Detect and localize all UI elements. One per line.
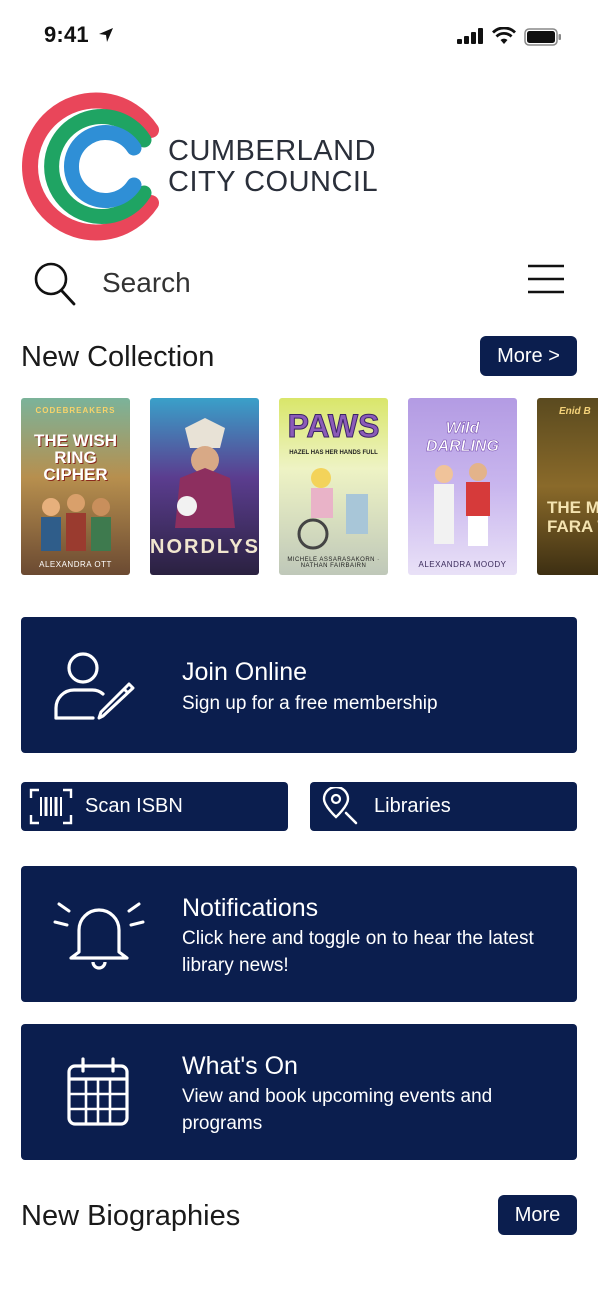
search-bar[interactable]: Search	[0, 255, 598, 311]
book-title: PAWS	[287, 408, 380, 445]
whats-on-card[interactable]: What's On View and book upcoming events …	[21, 1024, 577, 1160]
new-biographies-more-button[interactable]: More	[498, 1195, 577, 1235]
notifications-subtitle: Click here and toggle on to hear the lat…	[182, 928, 534, 976]
book-author: MICHELE ASSARASAKORN · NATHAN FAIRBAIRN	[287, 557, 380, 569]
whats-on-subtitle: View and book upcoming events and progra…	[182, 1086, 493, 1134]
book-cover[interactable]: NORDLYS	[150, 398, 259, 575]
status-time: 9:41	[44, 22, 89, 47]
bell-icon	[53, 902, 145, 970]
barcode-scan-icon	[29, 788, 73, 825]
cellular-signal-icon	[457, 28, 483, 44]
book-title: NORDLYS	[150, 536, 259, 558]
search-label[interactable]: Search	[102, 267, 191, 299]
cover-art	[41, 494, 111, 551]
libraries-label: Libraries	[374, 795, 451, 817]
wordmark-line-2: CITY COUNCIL	[168, 166, 379, 198]
battery-icon	[524, 28, 561, 46]
book-carousel[interactable]: CODEBREAKERS THE WISH RING CIPHER ALEXAN…	[21, 398, 598, 576]
search-icon[interactable]	[33, 261, 77, 307]
book-cover[interactable]: PAWS HAZEL HAS HER HANDS FULL MICHELE AS…	[279, 398, 388, 575]
calendar-icon	[67, 1057, 129, 1126]
notifications-title: Notifications	[182, 894, 319, 922]
book-cover[interactable]: Enid B THE MAG FARA TR	[537, 398, 598, 575]
user-edit-icon	[54, 652, 135, 720]
location-arrow-icon	[99, 28, 113, 42]
book-title: THE MAG FARA TR	[547, 498, 598, 536]
book-author: ALEXANDRA OTT	[39, 560, 112, 569]
new-biographies-title: New Biographies	[21, 1200, 241, 1232]
scan-isbn-label: Scan ISBN	[85, 795, 183, 817]
cover-art	[297, 468, 368, 550]
council-wordmark: CUMBERLAND CITY COUNCIL	[168, 136, 378, 198]
cover-art	[175, 418, 235, 528]
hamburger-menu-icon[interactable]	[527, 264, 565, 296]
book-cover[interactable]: CODEBREAKERS THE WISH RING CIPHER ALEXAN…	[21, 398, 130, 575]
book-author-top: Enid B	[559, 406, 591, 417]
wifi-icon	[492, 27, 516, 44]
join-online-subtitle: Sign up for a free membership	[182, 693, 438, 714]
new-collection-more-button[interactable]: More >	[480, 336, 577, 376]
book-title: Wild DARLING	[426, 420, 499, 456]
council-logo	[22, 92, 159, 241]
notifications-card[interactable]: Notifications Click here and toggle on t…	[21, 866, 577, 1002]
book-series: CODEBREAKERS	[35, 406, 116, 415]
status-bar: 9:41	[0, 0, 598, 70]
join-online-title: Join Online	[182, 658, 308, 686]
book-subtitle: HAZEL HAS HER HANDS FULL	[289, 450, 378, 456]
book-cover[interactable]: Wild DARLING ALEXANDRA MOODY	[408, 398, 517, 575]
wordmark-line-1: CUMBERLAND	[168, 135, 377, 167]
libraries-button[interactable]: Libraries	[310, 782, 577, 831]
join-online-card[interactable]: Join Online Sign up for a free membershi…	[21, 617, 577, 753]
book-title: THE WISH RING CIPHER	[33, 431, 118, 484]
book-author: ALEXANDRA MOODY	[418, 560, 507, 569]
new-collection-title: New Collection	[21, 341, 215, 373]
location-search-icon	[322, 787, 358, 825]
whats-on-title: What's On	[182, 1052, 298, 1080]
scan-isbn-button[interactable]: Scan ISBN	[21, 782, 288, 831]
cover-art	[434, 463, 490, 546]
